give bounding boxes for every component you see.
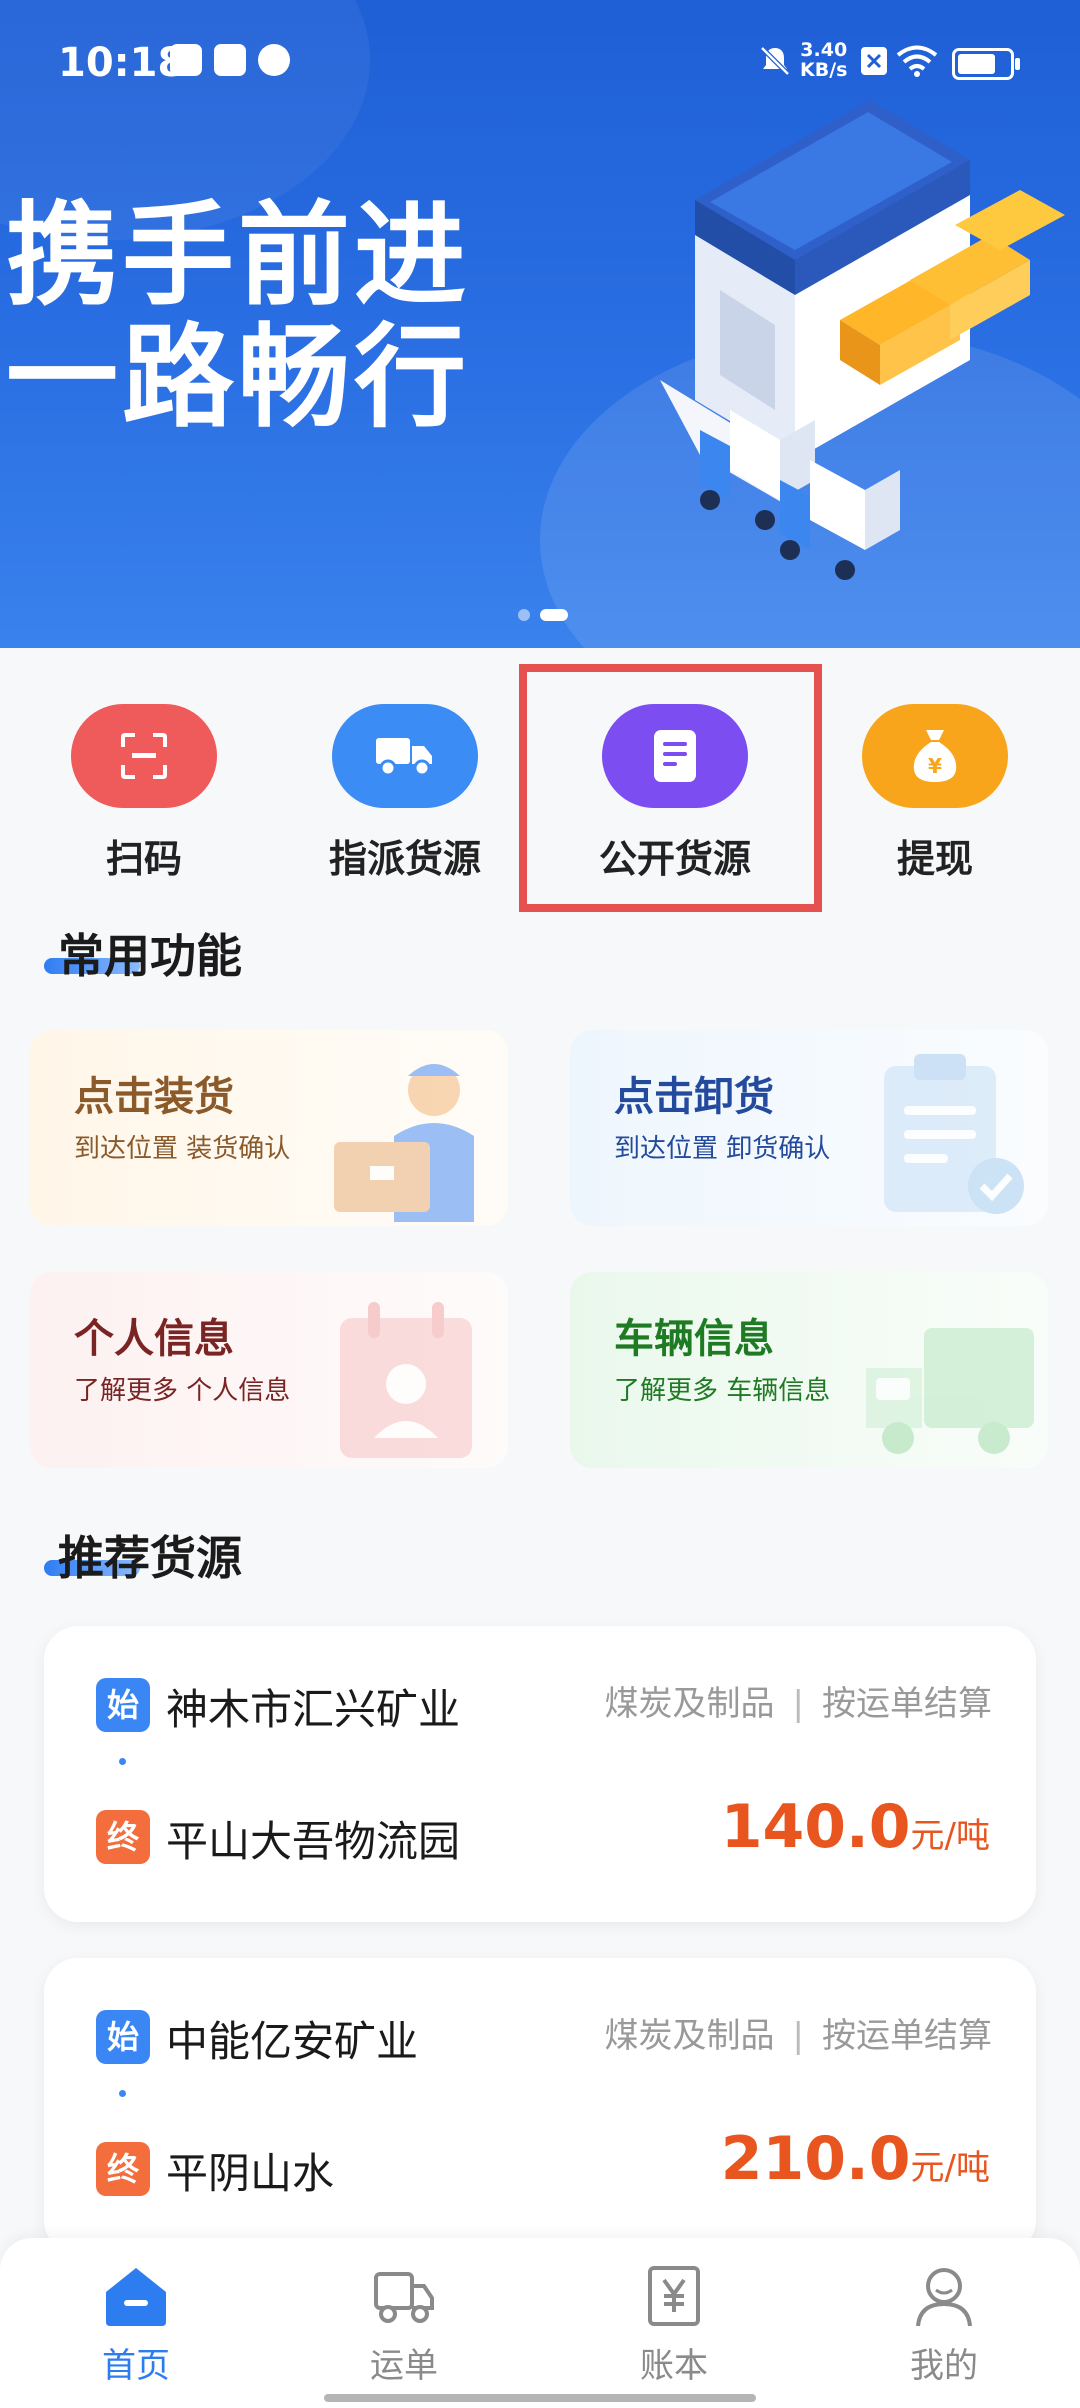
mute-bell-icon	[760, 46, 790, 76]
hero-banner[interactable]: 10:18 3.40 KB/s 携手前进 一路畅行	[0, 0, 1080, 648]
quick-action-label: 扫码	[105, 837, 182, 881]
start-tag: 始	[96, 2010, 150, 2064]
function-card-unloading[interactable]: 点击卸货 到达位置 卸货确认	[570, 1030, 1048, 1226]
nav-label: 账本	[640, 2346, 708, 2386]
cargo-category: 煤炭及制品	[604, 1684, 775, 1724]
price-unit: 元/吨	[910, 2148, 990, 2188]
function-card-loading[interactable]: 点击装货 到达位置 装货确认	[30, 1030, 508, 1226]
warehouse-illustration	[660, 100, 1065, 580]
function-card-subtitle: 到达位置 装货确认	[74, 1134, 291, 1164]
scan-icon	[71, 704, 217, 808]
function-card-subtitle: 了解更多 个人信息	[74, 1376, 291, 1406]
cargo-price: 140.0元/吨	[721, 1792, 990, 1862]
network-speed: 3.40 KB/s	[800, 40, 847, 80]
battery-icon	[952, 48, 1020, 80]
nav-tab-ledger[interactable]: 账本	[574, 2264, 774, 2387]
section-title-recommended: 推荐货源	[58, 1531, 242, 1585]
ledger-yen-icon	[648, 2266, 700, 2326]
quick-action-withdraw[interactable]: ¥ 提现	[825, 704, 1045, 883]
money-bag-icon: ¥	[862, 704, 1008, 808]
loading-worker-icon	[334, 1064, 474, 1222]
banner-slogan-line2: 一路畅行	[6, 313, 470, 443]
cargo-meta: 煤炭及制品 | 按运单结算	[605, 1676, 992, 1725]
function-card-title: 点击装货	[74, 1074, 234, 1120]
route-dot	[119, 1758, 126, 1765]
nav-label: 我的	[910, 2346, 978, 2386]
cargo-price: 210.0元/吨	[721, 2124, 990, 2194]
message-notification-icon	[170, 44, 202, 76]
function-card-vehicle-info[interactable]: 车辆信息 了解更多 车辆信息	[570, 1272, 1048, 1468]
function-card-personal-info[interactable]: 个人信息 了解更多 个人信息	[30, 1272, 508, 1468]
price-unit: 元/吨	[910, 1816, 990, 1856]
vehicle-icon	[866, 1328, 1034, 1454]
nav-tab-waybill[interactable]: 运单	[304, 2264, 504, 2387]
function-card-subtitle: 到达位置 卸货确认	[614, 1134, 831, 1164]
settlement-type: 按运单结算	[822, 1684, 992, 1724]
waybill-truck-icon	[374, 2272, 434, 2323]
quick-action-label: 指派货源	[328, 837, 481, 881]
home-indicator	[324, 2394, 756, 2402]
nav-label: 运单	[370, 2346, 438, 2386]
cargo-meta: 煤炭及制品 | 按运单结算	[605, 2008, 992, 2057]
truck-icon	[332, 704, 478, 808]
status-time: 10:18	[58, 40, 186, 86]
end-tag: 终	[96, 2142, 150, 2196]
cargo-category: 煤炭及制品	[604, 2016, 775, 2056]
carousel-dot-active	[540, 608, 568, 621]
carousel-dot	[518, 608, 530, 621]
svg-text:¥: ¥	[928, 754, 942, 778]
destination-name: 平阴山水	[166, 2149, 335, 2198]
settlement-type: 按运单结算	[822, 2016, 992, 2056]
origin-name: 中能亿安矿业	[166, 2017, 419, 2066]
network-speed-value: 3.40	[800, 39, 848, 61]
network-speed-unit: KB/s	[800, 59, 848, 81]
quick-action-label: 提现	[896, 837, 973, 881]
price-value: 140.0	[720, 1792, 911, 1862]
quick-action-assigned-cargo[interactable]: 指派货源	[295, 704, 515, 883]
cargo-card[interactable]: 始 神木市汇兴矿业 煤炭及制品 | 按运单结算 终 平山大吾物流园 140.0元/吨	[44, 1626, 1036, 1922]
sim-blocked-icon	[861, 47, 887, 75]
nav-tab-home[interactable]: 首页	[36, 2264, 236, 2387]
start-tag: 始	[96, 1678, 150, 1732]
profile-icon	[916, 2268, 972, 2327]
home-icon	[106, 2268, 166, 2326]
function-card-title: 个人信息	[74, 1316, 234, 1362]
upload-notification-icon	[258, 44, 290, 76]
bottom-navigation: 首页 运单 账本 我的	[0, 2238, 1080, 2408]
end-tag: 终	[96, 1810, 150, 1864]
id-card-icon	[340, 1302, 472, 1458]
section-title-common-functions: 常用功能	[58, 929, 242, 983]
route-dot	[119, 2090, 126, 2097]
function-card-subtitle: 了解更多 车辆信息	[614, 1376, 831, 1406]
inbox-notification-icon	[214, 44, 246, 76]
origin-name: 神木市汇兴矿业	[166, 1685, 461, 1734]
clipboard-check-icon	[884, 1054, 1024, 1214]
price-value: 210.0	[720, 2124, 911, 2194]
nav-label: 首页	[102, 2346, 170, 2386]
function-card-title: 车辆信息	[614, 1316, 774, 1362]
highlight-annotation-box	[519, 664, 822, 912]
function-card-title: 点击卸货	[614, 1074, 774, 1120]
banner-slogan-line1: 携手前进	[6, 191, 470, 321]
wifi-icon	[896, 45, 938, 77]
meta-separator: |	[792, 1684, 804, 1724]
carousel-indicator	[518, 604, 578, 623]
meta-separator: |	[792, 2016, 804, 2056]
destination-name: 平山大吾物流园	[166, 1817, 461, 1866]
battery-level	[958, 54, 995, 74]
cargo-card[interactable]: 始 中能亿安矿业 煤炭及制品 | 按运单结算 终 平阴山水 210.0元/吨	[44, 1958, 1036, 2254]
nav-tab-profile[interactable]: 我的	[844, 2264, 1044, 2387]
quick-action-scan[interactable]: 扫码	[34, 704, 254, 883]
